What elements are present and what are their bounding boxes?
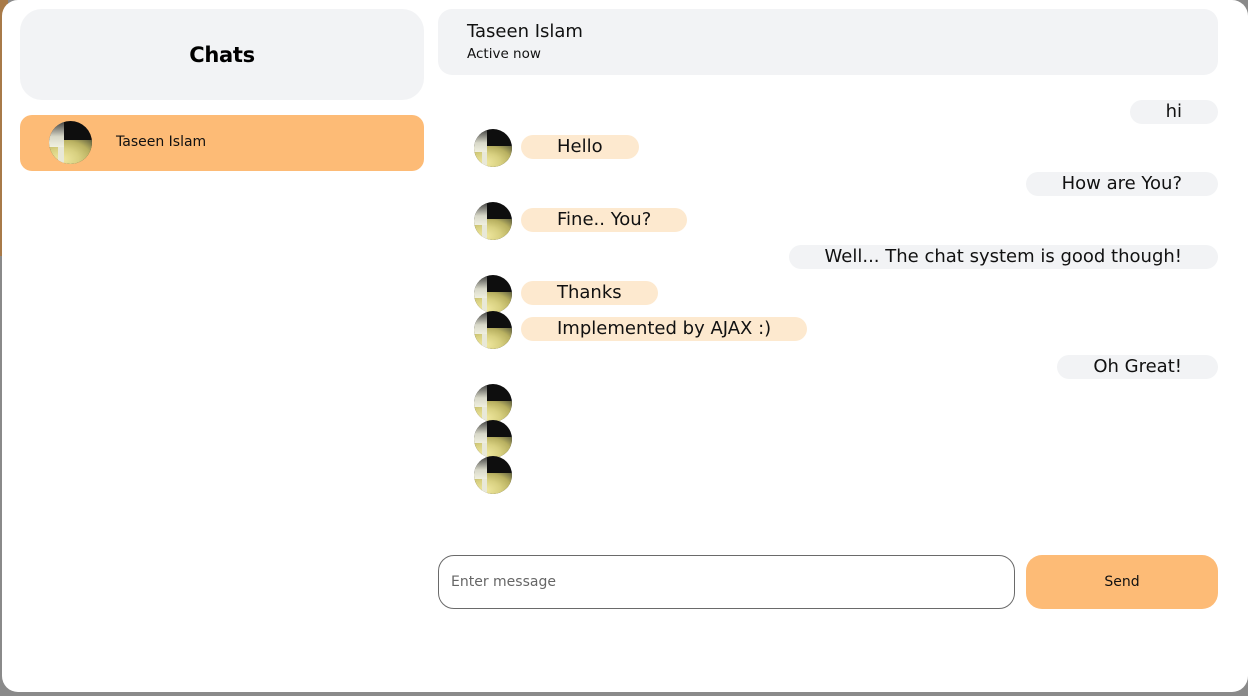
message-received: Hello — [521, 135, 639, 159]
chat-partner-status: Active now — [467, 46, 541, 62]
contact-avatar — [49, 121, 92, 164]
sender-avatar — [474, 420, 512, 458]
message-received: Implemented by AJAX :) — [521, 317, 808, 341]
chat-header: Taseen Islam Active now — [438, 9, 1218, 75]
message-sent: Oh Great! — [1057, 355, 1218, 379]
message-sent: hi — [1129, 100, 1218, 124]
message-sent: How are You? — [1025, 172, 1218, 196]
sender-avatar — [474, 275, 512, 313]
message-sent: Well... The chat system is good though! — [788, 245, 1218, 269]
sender-avatar — [474, 202, 512, 240]
sender-avatar — [474, 311, 512, 349]
chat-partner-name: Taseen Islam — [467, 21, 583, 42]
message-received: Fine.. You? — [521, 208, 688, 232]
chat-app-window: Chats Taseen Islam Taseen Islam Active n… — [2, 0, 1248, 692]
contact-name: Taseen Islam — [116, 134, 207, 150]
send-button[interactable]: Send — [1026, 555, 1218, 609]
sender-avatar — [474, 384, 512, 422]
sender-avatar — [474, 129, 512, 167]
chats-header: Chats — [20, 9, 424, 100]
message-list[interactable]: hi Hello How are You? Fine.. You? Well..… — [438, 90, 1218, 510]
chats-title: Chats — [189, 42, 255, 67]
message-input[interactable] — [438, 555, 1015, 609]
sender-avatar — [474, 456, 512, 494]
message-received: Thanks — [521, 281, 658, 305]
contact-item[interactable]: Taseen Islam — [20, 115, 424, 171]
